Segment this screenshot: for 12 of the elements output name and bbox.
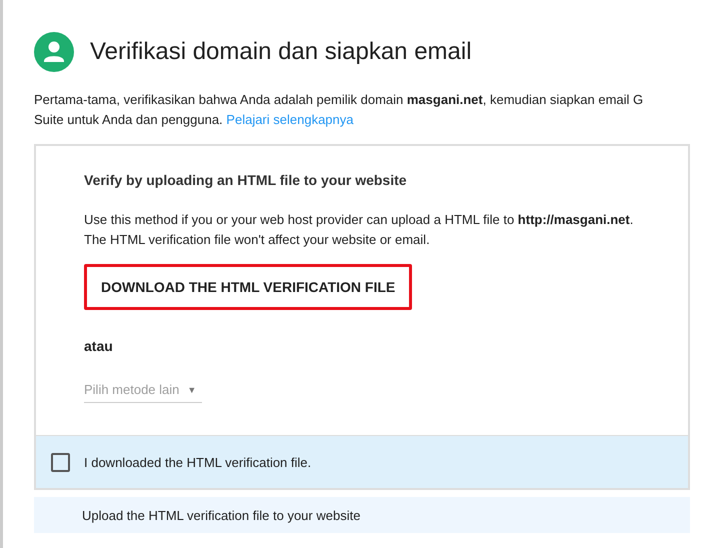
method-dropdown[interactable]: Pilih metode lain ▼ (84, 382, 202, 403)
next-step-label: Upload the HTML verification file to your website (82, 508, 360, 522)
download-button[interactable]: DOWNLOAD THE HTML VERIFICATION FILE (84, 264, 412, 310)
checkbox[interactable] (51, 452, 70, 472)
user-avatar-icon (34, 32, 74, 72)
page-title: Verifikasi domain dan siapkan email (90, 38, 472, 66)
checkbox-label: I downloaded the HTML verification file. (84, 454, 312, 470)
learn-more-link[interactable]: Pelajari selengkapnya (226, 112, 354, 127)
method-description: Use this method if you or your web host provider can upload a HTML file to http://masgani.net. The HTML verification file won't affect your website or email. (84, 211, 634, 249)
method-heading: Verify by uploading an HTML file to your website (84, 172, 408, 188)
or-label: atau (84, 338, 114, 354)
intro-text: Pertama-tama, verifikasikan bahwa Anda adalah pemilik domain masgani.net, kemudian siapkan email G Suite untuk Anda dan pengguna. Pelajari selengkapnya (34, 91, 644, 129)
